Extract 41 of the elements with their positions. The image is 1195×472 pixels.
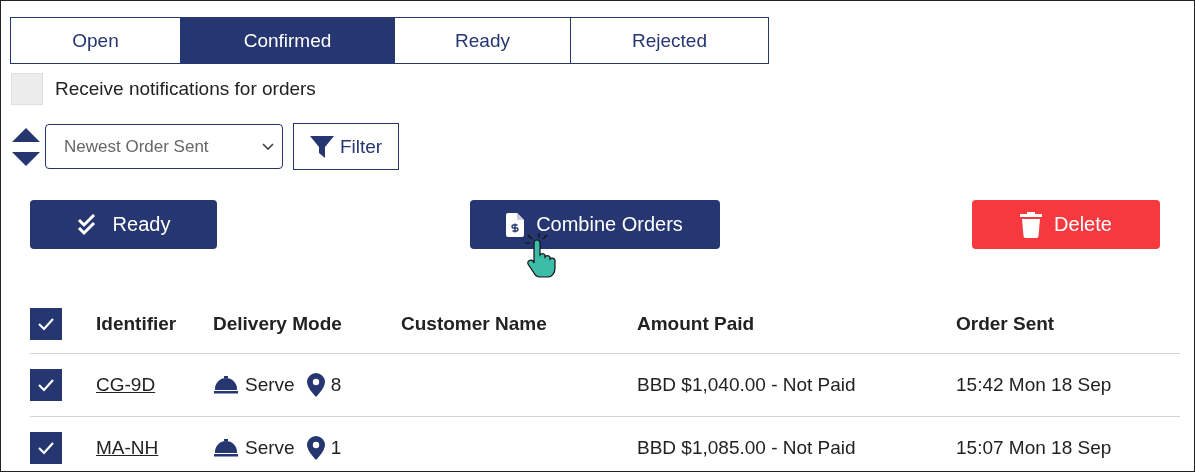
checkbox-label: Receive notifications for orders xyxy=(55,78,316,100)
checkbox[interactable] xyxy=(30,369,62,401)
filter-button[interactable]: Filter xyxy=(293,123,399,170)
tab[interactable]: Open xyxy=(10,17,181,64)
tab[interactable]: Ready xyxy=(394,17,571,64)
column-header[interactable]: Amount Paid xyxy=(637,313,956,335)
checkbox[interactable] xyxy=(30,432,62,464)
amount-paid: BBD $1,040.00 - Not Paid xyxy=(637,374,856,395)
order-link[interactable]: CG-9D xyxy=(96,374,156,395)
check-icon xyxy=(37,317,55,331)
combine-orders-button[interactable]: Combine Orders xyxy=(469,200,720,249)
check-icon xyxy=(37,378,55,392)
sort-dropdown[interactable]: Newest Order Sent xyxy=(45,124,283,169)
service-bell-icon xyxy=(213,375,239,395)
chevron-icon xyxy=(262,142,274,151)
check-icon xyxy=(37,441,55,455)
trash-icon xyxy=(1020,211,1043,238)
delivery-mode: Serve xyxy=(245,374,295,396)
table-number: 8 xyxy=(330,374,342,396)
column-header[interactable]: Customer Name xyxy=(401,313,637,335)
location-pin-icon xyxy=(306,373,325,397)
checkbox[interactable] xyxy=(30,308,62,340)
tab[interactable]: Rejected xyxy=(570,17,769,64)
funnel-icon xyxy=(309,135,334,158)
delivery-mode: Serve xyxy=(245,437,295,459)
column-header[interactable]: Order Sent xyxy=(956,313,1180,335)
service-bell-icon xyxy=(213,438,239,458)
location-pin-icon xyxy=(306,436,325,460)
invoice-icon xyxy=(506,212,525,237)
order-sent-time: 15:07 Mon 18 Sep xyxy=(956,437,1112,458)
table-number: 1 xyxy=(330,437,342,459)
hand-pointer-icon xyxy=(525,233,559,281)
delete-button[interactable]: Delete xyxy=(972,200,1160,249)
column-header[interactable]: Delivery Mode xyxy=(213,313,401,335)
ready-button[interactable]: Ready xyxy=(30,200,217,249)
column-header[interactable]: Identifier xyxy=(96,313,213,335)
sort-icon[interactable] xyxy=(11,125,41,168)
tab[interactable]: Confirmed xyxy=(180,17,395,64)
amount-paid: BBD $1,085.00 - Not Paid xyxy=(637,437,856,458)
order-link[interactable]: MA-NH xyxy=(96,437,159,458)
order-sent-time: 15:42 Mon 18 Sep xyxy=(956,374,1112,395)
